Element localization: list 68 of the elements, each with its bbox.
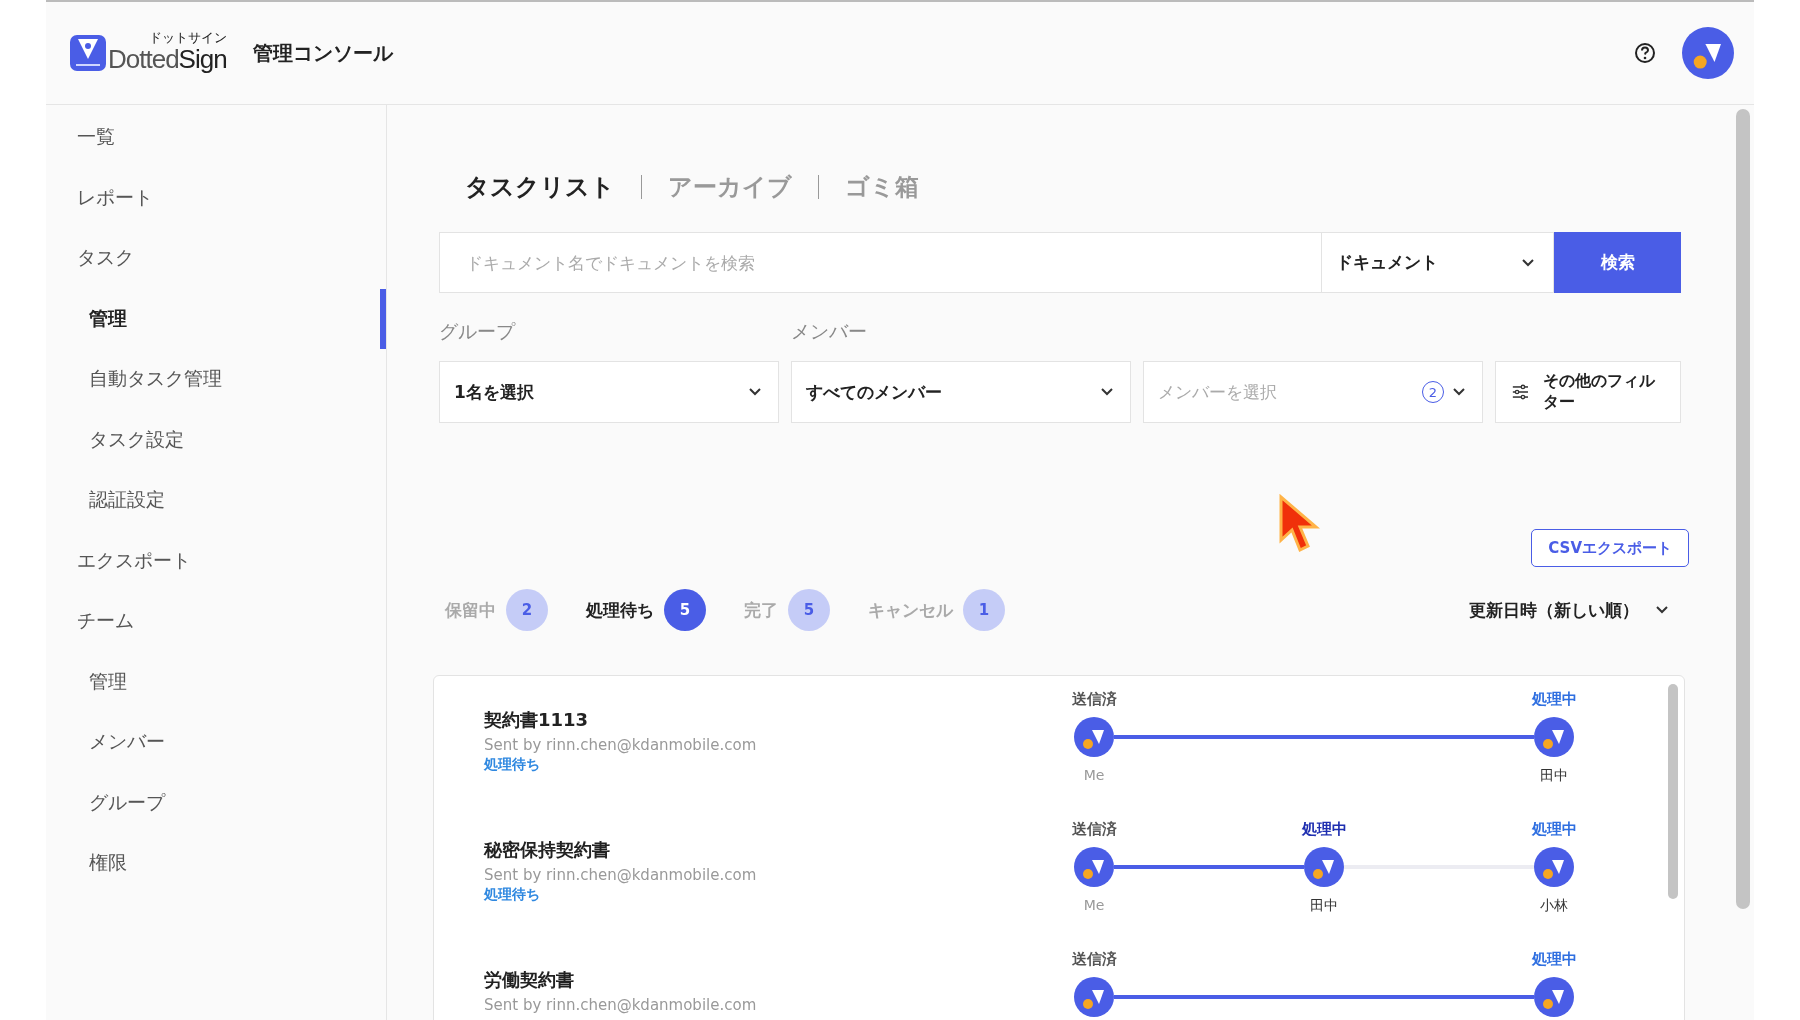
member-scope-dropdown[interactable]: すべてのメンバー [791,361,1131,423]
member-select-dropdown[interactable]: メンバーを選択 2 [1143,361,1483,423]
sliders-icon [1512,383,1529,401]
logo-wordmark: DottedSign [108,44,227,75]
chevron-down-icon [1452,387,1466,397]
sender-text: Sent by rinn.chen@kdanmobile.com [484,866,758,884]
task-title[interactable]: 労働契約書 [484,968,1074,992]
scope-dropdown[interactable]: ドキュメント [1322,232,1554,293]
chevron-down-icon [1100,387,1114,397]
sidebar-item[interactable]: メンバー [46,712,386,773]
sidebar-item[interactable]: 自動タスク管理 [46,349,386,410]
sort-dropdown[interactable]: 更新日時（新しい順） [1469,598,1681,622]
sidebar-item[interactable]: タスク設定 [46,409,386,470]
signer-name: Me [1082,897,1106,913]
count-badge: 2 [506,589,548,631]
step-label: 処理中 [1534,690,1574,709]
chevron-down-icon [748,387,762,397]
pen-nib-icon [70,35,106,71]
chevron-down-icon [1655,605,1669,615]
group-label: グループ [439,319,517,344]
sidebar-item[interactable]: 管理 [46,651,386,712]
signer-name: 田中 [1539,767,1569,785]
status-tab[interactable]: 処理待ち 5 [586,589,706,631]
signer-avatar [1074,847,1114,887]
chevron-down-icon [1521,257,1535,268]
sidebar-item[interactable]: 一覧 [46,107,386,168]
csv-export-button[interactable]: CSVエクスポート [1531,529,1689,567]
step-label: 処理中 [1304,820,1344,839]
task-title[interactable]: 契約書1113 [484,708,1074,732]
count-badge: 5 [664,589,706,631]
signer-name: 田中 [1309,897,1339,915]
sidebar-item[interactable]: レポート [46,167,386,228]
help-icon[interactable] [1634,42,1656,64]
search-button[interactable]: 検索 [1554,232,1681,293]
signer-avatar [1534,977,1574,1017]
task-status: 処理待ち [484,886,541,904]
signer-avatar [1534,847,1574,887]
signer-name: 小林 [1539,897,1569,915]
more-filters-button[interactable]: その他のフィルター [1495,361,1681,423]
group-dropdown[interactable]: 1名を選択 [439,361,779,423]
signer-avatar [1074,717,1114,757]
sidebar-item[interactable]: 権限 [46,833,386,894]
scrollbar[interactable] [1668,684,1678,899]
account-avatar [1682,27,1734,79]
sidebar-item[interactable]: タスク [46,228,386,289]
logo-kana: ドットサイン [148,31,227,44]
sidebar-item[interactable]: チーム [46,591,386,652]
sender-text: Sent by rinn.chen@kdanmobile.com [484,736,758,754]
sidebar-item[interactable]: グループ [46,772,386,833]
task-title[interactable]: 秘密保持契約書 [484,838,1074,862]
task-status: 処理待ち [484,756,541,774]
signer-name: Me [1082,767,1106,783]
app-title: 管理コンソール [252,39,393,67]
sender-text: Sent by rinn.chen@kdanmobile.com [484,996,758,1014]
sidebar-item[interactable]: エクスポート [46,530,386,591]
step-label: 処理中 [1534,950,1574,969]
signer-avatar [1074,977,1114,1017]
search-field[interactable]: ドキュメント名でドキュメントを検索 [439,232,1322,293]
scrollbar[interactable] [1736,109,1750,909]
sidebar-item[interactable]: 管理 [46,288,386,349]
sidebar-item[interactable]: 認証設定 [46,470,386,531]
count-badge: 5 [788,589,830,631]
view-tab[interactable]: タスクリスト [465,171,615,203]
step-label: 処理中 [1534,820,1574,839]
member-label: メンバー [791,319,868,344]
signer-avatar [1304,847,1344,887]
signer-avatar [1534,717,1574,757]
count-badge: 1 [963,589,1005,631]
